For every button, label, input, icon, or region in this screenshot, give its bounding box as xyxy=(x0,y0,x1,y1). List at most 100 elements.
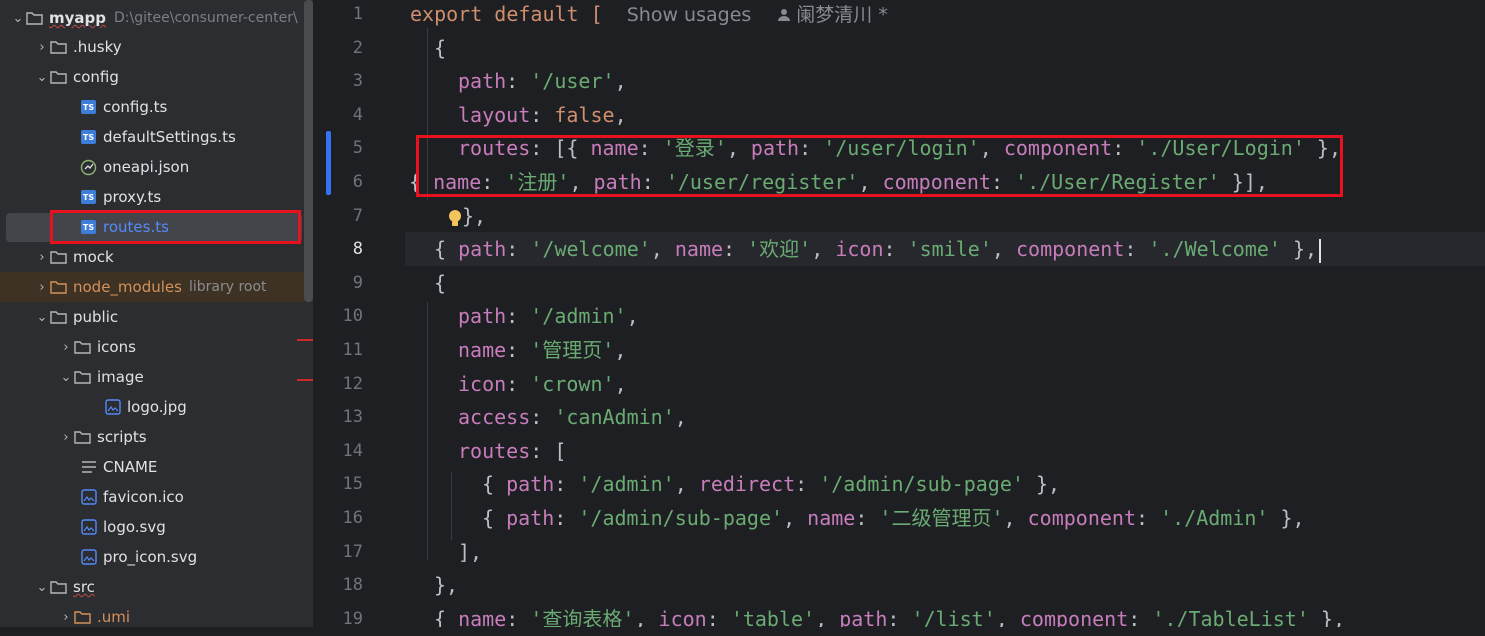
code-token: , xyxy=(614,102,627,127)
tree-item-proxy-ts[interactable]: TS proxy.ts xyxy=(0,182,304,212)
tree-item-label: config xyxy=(73,68,119,86)
code-token: }, xyxy=(434,573,459,598)
code-token: , xyxy=(991,237,1016,262)
tree-item-routes-ts[interactable]: TS routes.ts xyxy=(0,212,304,242)
tree-item-label: image xyxy=(97,368,144,386)
code-token: : xyxy=(723,237,748,262)
tree-item-src[interactable]: ⌄ src xyxy=(0,572,304,602)
code-token: icon xyxy=(458,371,507,396)
code-token: , xyxy=(995,606,1020,627)
tree-item-label: node_modules xyxy=(73,278,182,296)
tree-item-icons[interactable]: › icons xyxy=(0,332,304,362)
code-token: 'smile' xyxy=(907,237,992,262)
tree-item-label: mock xyxy=(73,248,114,266)
chevron-down-icon[interactable]: ⌄ xyxy=(10,11,26,26)
code-token: { xyxy=(434,270,447,295)
code-token: path xyxy=(458,304,507,329)
tree-item-config-ts[interactable]: TS config.ts xyxy=(0,92,304,122)
tree-item-logo-jpg[interactable]: logo.jpg xyxy=(0,392,304,422)
tree-item-label: logo.svg xyxy=(103,518,166,536)
tree-item-image[interactable]: ⌄ image xyxy=(0,362,304,392)
code-token: : xyxy=(706,606,731,627)
tree-item-defaultsettings-ts[interactable]: TS defaultSettings.ts xyxy=(0,122,304,152)
code-line: { xyxy=(434,31,446,65)
tree-item-public[interactable]: ⌄ public xyxy=(0,302,304,332)
code-token: : xyxy=(506,237,531,262)
line-number: 14 xyxy=(342,440,363,461)
tree-item-config[interactable]: ⌄ config xyxy=(0,62,304,92)
code-token: }, xyxy=(1268,506,1305,530)
code-token: '/admin' xyxy=(530,304,627,329)
code-token: : xyxy=(855,506,880,530)
code-token: name xyxy=(674,237,724,262)
tree-item-label: icons xyxy=(97,338,136,356)
code-token: '/admin' xyxy=(578,472,675,497)
tree-item-node-modules[interactable]: › node_modules library root xyxy=(0,272,304,302)
code-token: path xyxy=(593,170,642,194)
code-editor[interactable]: export default [ Show usages 阑梦清川 *{path:… xyxy=(405,0,1485,627)
code-token: '/user/register' xyxy=(665,170,859,194)
code-token: : xyxy=(1135,506,1161,530)
tree-item-cname[interactable]: CNAME xyxy=(0,452,304,482)
tree-item-label: src xyxy=(73,578,95,596)
ts-file-icon: TS xyxy=(80,190,97,205)
chevron-right-icon[interactable]: › xyxy=(34,250,50,265)
chevron-right-icon[interactable]: › xyxy=(34,280,50,295)
chevron-right-icon[interactable]: › xyxy=(58,430,74,445)
chevron-down-icon[interactable]: ⌄ xyxy=(34,310,50,325)
chevron-right-icon[interactable]: › xyxy=(58,340,74,355)
code-token: '/user' xyxy=(530,69,615,94)
code-token: component xyxy=(882,170,991,194)
tree-item-logo-svg[interactable]: logo.svg xyxy=(0,512,304,542)
line-number: 11 xyxy=(342,340,363,360)
tree-item-mock[interactable]: › mock xyxy=(0,242,304,272)
folder-icon xyxy=(74,370,91,385)
chevron-right-icon[interactable]: › xyxy=(34,40,50,55)
tree-scrollbar[interactable] xyxy=(304,0,313,302)
image-file-icon xyxy=(80,549,97,565)
chevron-right-icon[interactable]: › xyxy=(58,610,74,625)
text-caret xyxy=(1319,238,1322,263)
line-number: 8 xyxy=(352,239,363,260)
code-token: : xyxy=(506,371,531,396)
code-token: : xyxy=(481,170,506,194)
code-token: '/list' xyxy=(911,606,996,627)
author-hint[interactable]: 阑梦清川 * xyxy=(796,4,888,26)
code-token: : xyxy=(530,102,555,127)
tree-item-label: CNAME xyxy=(103,458,158,476)
code-line: access: 'canAdmin', xyxy=(458,400,687,434)
code-token: { xyxy=(434,35,447,60)
tree-item-scripts[interactable]: › scripts xyxy=(0,422,304,452)
chevron-down-icon[interactable]: ⌄ xyxy=(34,70,50,85)
tree-item-husky[interactable]: › .husky xyxy=(0,32,304,62)
code-token: : xyxy=(554,506,579,530)
code-token: { xyxy=(409,170,434,194)
line-number: 7 xyxy=(352,205,363,226)
code-token: './Welcome' xyxy=(1148,237,1281,262)
tree-item-favicon-ico[interactable]: favicon.ico xyxy=(0,482,304,512)
lightbulb-icon[interactable] xyxy=(448,205,462,227)
tree-item-pro-icon-svg[interactable]: pro_icon.svg xyxy=(0,542,304,572)
code-token: : xyxy=(506,338,531,362)
tree-item-label: scripts xyxy=(97,428,147,446)
code-token: '登录' xyxy=(662,136,727,161)
tree-item-oneapi-json[interactable]: oneapi.json xyxy=(0,152,304,182)
image-file-icon xyxy=(80,519,97,535)
show-usages-hint[interactable]: Show usages xyxy=(627,4,752,26)
code-token: name xyxy=(458,338,507,362)
chevron-down-icon[interactable]: ⌄ xyxy=(58,370,74,385)
code-line: { name: '注册', path: '/user/register', co… xyxy=(409,165,1268,199)
tree-item-umi[interactable]: › .umi xyxy=(0,602,304,627)
code-token: access xyxy=(458,405,531,430)
folder-icon xyxy=(50,70,67,85)
code-token: : xyxy=(1124,237,1149,262)
tree-item-myapp[interactable]: ⌄ myapp D:\gitee\consumer-center\ xyxy=(0,3,304,33)
chevron-down-icon[interactable]: ⌄ xyxy=(34,580,50,595)
code-line: }, xyxy=(434,568,458,602)
code-token: '二级管理页' xyxy=(879,506,1004,530)
ts-file-icon: TS xyxy=(80,100,97,115)
code-token: path xyxy=(458,237,507,262)
code-token: , xyxy=(1003,506,1028,530)
indent-guide xyxy=(427,302,428,560)
code-token: : xyxy=(1112,136,1137,161)
